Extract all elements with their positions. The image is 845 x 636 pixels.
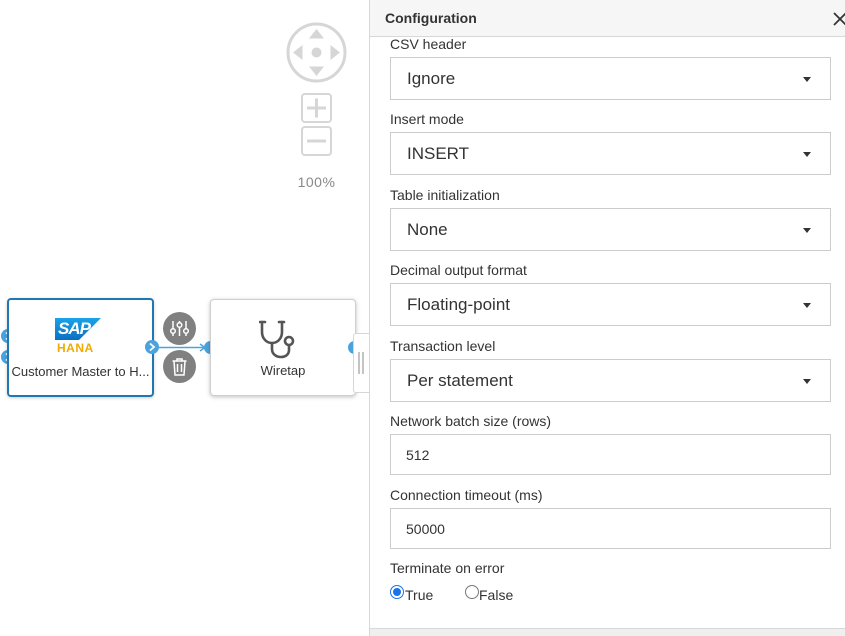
panel-header: Configuration <box>370 0 845 37</box>
insert-mode-label: Insert mode <box>390 111 464 127</box>
zoom-in-button[interactable] <box>301 93 332 123</box>
radio-false[interactable] <box>465 585 479 599</box>
dropdown-caret-icon <box>803 228 811 233</box>
table-init-value: None <box>407 220 448 239</box>
table-init-label: Table initialization <box>390 187 500 203</box>
radio-false-label[interactable]: False <box>479 587 513 603</box>
batch-size-input[interactable] <box>390 434 831 475</box>
decimal-format-value: Floating-point <box>407 295 511 314</box>
csv-header-label: CSV header <box>390 36 467 52</box>
zoom-level: 100% <box>297 174 336 190</box>
dropdown-caret-icon <box>803 379 811 384</box>
zoom-in-icon <box>307 98 326 118</box>
navigation-pad-icon[interactable] <box>286 22 347 83</box>
insert-mode-select[interactable]: INSERT <box>390 132 831 175</box>
panel-footer <box>370 628 845 636</box>
node-settings-button[interactable] <box>163 312 196 345</box>
panel-resize-handle[interactable] <box>353 333 369 393</box>
zoom-out-button[interactable] <box>301 126 332 156</box>
node-sap-hana[interactable]: SAP HANA Customer Master to H... <box>7 298 154 397</box>
node-delete-button[interactable] <box>163 350 196 383</box>
table-init-select[interactable]: None <box>390 208 831 251</box>
close-icon[interactable] <box>832 11 845 27</box>
node-label: Wiretap <box>260 363 306 378</box>
panel-title: Configuration <box>385 10 477 26</box>
dropdown-caret-icon <box>803 303 811 308</box>
sap-hana-logo: SAP HANA <box>55 318 101 356</box>
output-port[interactable] <box>145 340 159 354</box>
insert-mode-value: INSERT <box>407 144 470 163</box>
decimal-format-select[interactable]: Floating-point <box>390 283 831 326</box>
flow-canvas[interactable]: 100% SAP HANA Customer Master to H... Wi… <box>0 0 369 636</box>
radio-true[interactable] <box>390 585 404 599</box>
batch-size-label: Network batch size (rows) <box>390 413 552 429</box>
transaction-level-select[interactable]: Per statement <box>390 359 831 402</box>
node-wiretap[interactable]: Wiretap <box>210 299 356 396</box>
csv-header-select[interactable]: Ignore <box>390 57 831 100</box>
connection-timeout-input[interactable] <box>390 508 831 549</box>
trash-icon <box>172 358 187 376</box>
node-label: Customer Master to H... <box>11 364 150 379</box>
connection-timeout-label: Connection timeout (ms) <box>390 487 543 503</box>
radio-true-label[interactable]: True <box>405 587 433 603</box>
decimal-format-label: Decimal output format <box>390 262 527 278</box>
chevron-right-icon <box>149 342 156 352</box>
hana-logo-text: HANA <box>57 341 94 355</box>
configuration-panel: Configuration CSV header Ignore Insert m… <box>369 0 845 636</box>
zoom-out-icon <box>307 139 326 143</box>
transaction-level-label: Transaction level <box>390 338 496 354</box>
dropdown-caret-icon <box>803 77 811 82</box>
stethoscope-icon <box>259 320 295 359</box>
sap-logo-text: SAP <box>58 319 91 338</box>
settings-sliders-icon <box>169 321 190 336</box>
csv-header-value: Ignore <box>407 69 456 88</box>
transaction-level-value: Per statement <box>407 371 513 390</box>
terminate-on-error-label: Terminate on error <box>390 560 505 576</box>
dropdown-caret-icon <box>803 152 811 157</box>
